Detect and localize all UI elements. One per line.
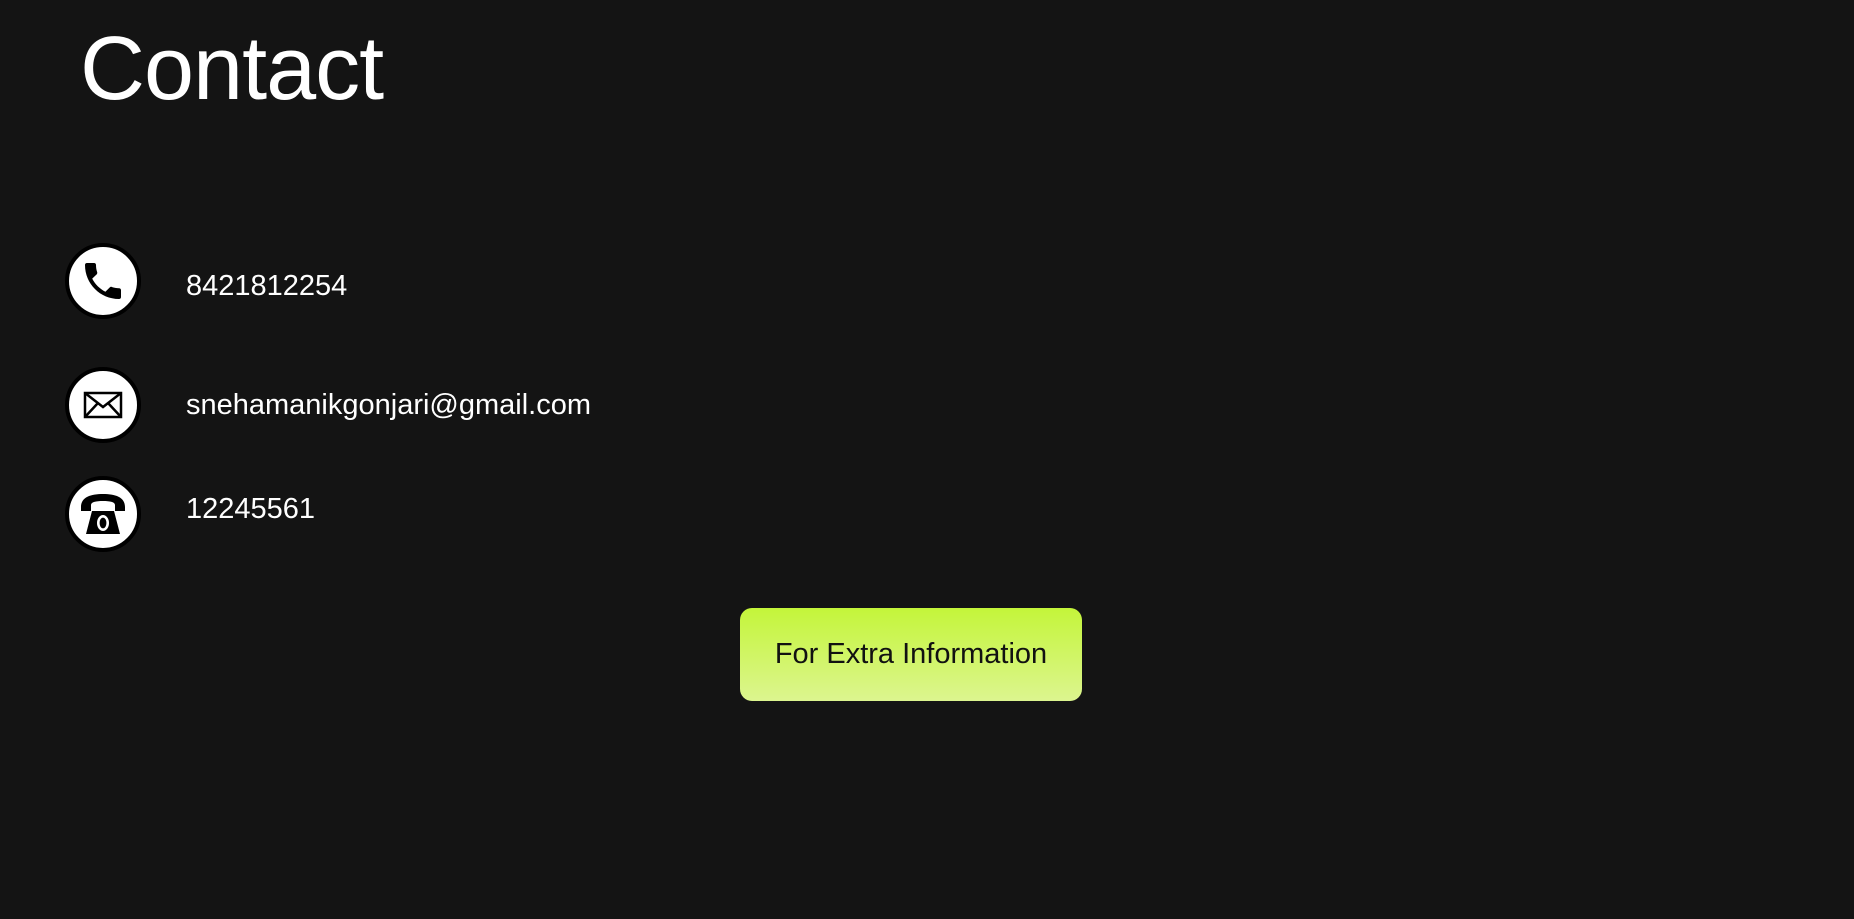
- contact-item-email: snehamanikgonjari@gmail.com: [65, 367, 591, 443]
- telephone-number: 12245561: [186, 492, 316, 525]
- contact-item-telephone: 12245561: [65, 476, 315, 552]
- telephone-icon: [65, 476, 141, 552]
- mail-icon: [65, 367, 141, 443]
- email-address: snehamanikgonjari@gmail.com: [186, 388, 592, 421]
- contact-item-phone: 8421812254: [65, 243, 347, 319]
- phone-icon: [65, 243, 141, 319]
- phone-number: 8421812254: [186, 269, 348, 302]
- page-title: Contact: [80, 19, 384, 119]
- extra-information-button[interactable]: For Extra Information: [740, 608, 1082, 701]
